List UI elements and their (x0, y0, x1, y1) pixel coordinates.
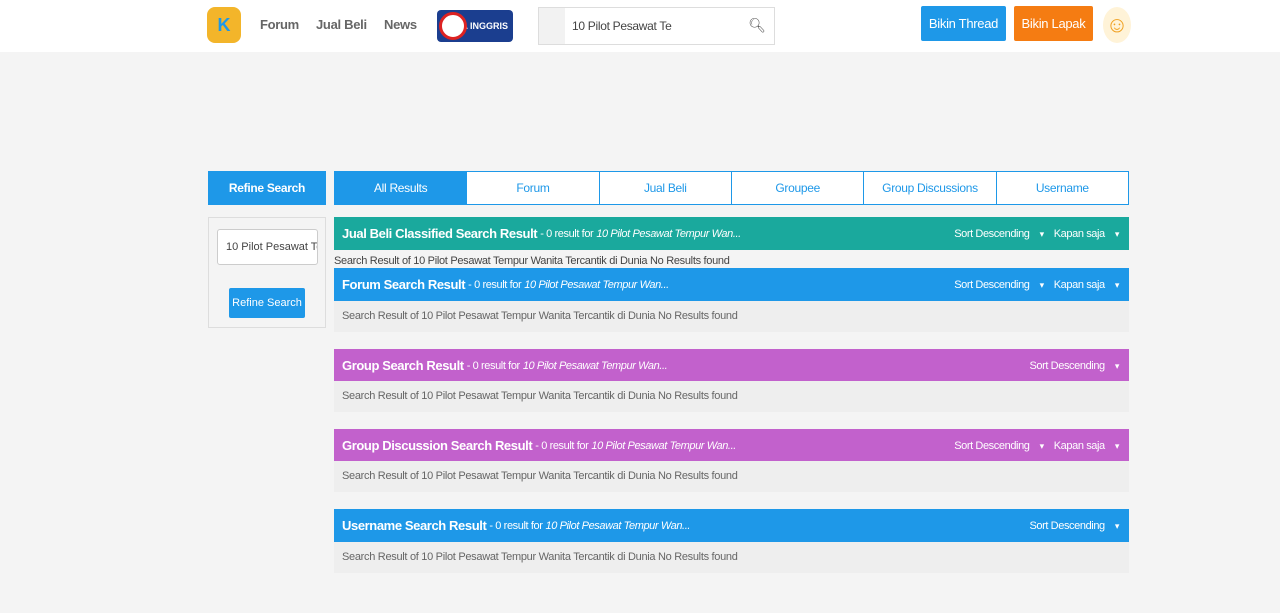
tab-jual-beli[interactable]: Jual Beli (600, 172, 732, 204)
result-query: 10 Pilot Pesawat Tempur Wan... (522, 359, 668, 372)
sort-dropdown[interactable]: Sort Descending (954, 279, 1044, 291)
result-count: - 0 result for (466, 359, 520, 372)
section-title: Group Search Result (342, 358, 464, 373)
search-category[interactable] (539, 8, 565, 44)
liga-inggris-logo[interactable]: LIGA INGGRIS (437, 10, 513, 42)
result-query: 10 Pilot Pesawat Tempur Wan... (591, 439, 736, 452)
sort-dropdown[interactable]: Sort Descending (1029, 520, 1119, 532)
section-title: Group Discussion Search Result (342, 438, 533, 453)
refine-search-button[interactable]: Refine Search (229, 288, 305, 318)
refine-search-panel: Refine Search (208, 217, 326, 328)
username-section-body: Search Result of 10 Pilot Pesawat Tempur… (334, 542, 1129, 573)
avatar[interactable]: ☺ (1103, 7, 1131, 43)
refine-search-input[interactable] (217, 229, 318, 265)
tab-groupee[interactable]: Groupee (732, 172, 865, 204)
result-tabs: All Results Forum Jual Beli Groupee Grou… (334, 171, 1129, 205)
time-dropdown[interactable]: Kapan saja (1054, 279, 1119, 291)
search-value: 10 Pilot Pesawat Te (572, 19, 672, 33)
nav-news[interactable]: News (384, 17, 417, 32)
result-count: - 0 result for (489, 519, 543, 532)
nav-forum[interactable]: Forum (260, 17, 299, 32)
top-header: K Forum Jual Beli News LIGA INGGRIS 10 P… (0, 0, 1280, 52)
refine-search-title: Refine Search (208, 171, 326, 205)
bikin-lapak-button[interactable]: Bikin Lapak (1014, 6, 1093, 41)
time-dropdown[interactable]: Kapan saja (1054, 228, 1119, 240)
result-count: - 0 result for (535, 439, 589, 452)
result-count: - 0 result for (468, 278, 522, 291)
tab-forum[interactable]: Forum (467, 172, 600, 204)
search-input[interactable]: 10 Pilot Pesawat Te 🔍︎ (538, 7, 775, 45)
tab-group-discussions[interactable]: Group Discussions (864, 172, 997, 204)
result-query: 10 Pilot Pesawat Tempur Wan... (596, 227, 741, 240)
sort-dropdown[interactable]: Sort Descending (1029, 360, 1119, 372)
result-query: 10 Pilot Pesawat Tempur Wan... (545, 519, 691, 532)
tab-all-results[interactable]: All Results (335, 172, 468, 204)
result-query: 10 Pilot Pesawat Tempur Wan... (524, 278, 669, 291)
tab-username[interactable]: Username (997, 172, 1128, 204)
section-title: Jual Beli Classified Search Result (342, 226, 538, 241)
bikin-thread-button[interactable]: Bikin Thread (921, 6, 1006, 41)
group-discussion-section-header: Group Discussion Search Result - 0 resul… (334, 429, 1129, 462)
section-title: Forum Search Result (342, 277, 466, 292)
time-dropdown[interactable]: Kapan saja (1054, 440, 1119, 452)
result-count: - 0 result for (540, 227, 594, 240)
group-discussion-section-body: Search Result of 10 Pilot Pesawat Tempur… (334, 461, 1129, 492)
group-section-body: Search Result of 10 Pilot Pesawat Tempur… (334, 381, 1129, 412)
forum-section-header: Forum Search Result - 0 result for 10 Pi… (334, 268, 1129, 301)
username-section-header: Username Search Result - 0 result for 10… (334, 509, 1129, 542)
sort-dropdown[interactable]: Sort Descending (954, 440, 1044, 452)
jual-beli-section-header: Jual Beli Classified Search Result - 0 r… (334, 217, 1129, 250)
kaskus-logo[interactable]: K (207, 7, 241, 43)
section-title: Username Search Result (342, 518, 487, 533)
group-section-header: Group Search Result - 0 result for 10 Pi… (334, 349, 1129, 382)
sort-dropdown[interactable]: Sort Descending (954, 228, 1044, 240)
nav-jual-beli[interactable]: Jual Beli (316, 17, 367, 32)
liga-badge-icon (439, 12, 467, 40)
search-icon[interactable]: 🔍︎ (748, 17, 766, 34)
forum-section-body: Search Result of 10 Pilot Pesawat Tempur… (334, 301, 1129, 332)
